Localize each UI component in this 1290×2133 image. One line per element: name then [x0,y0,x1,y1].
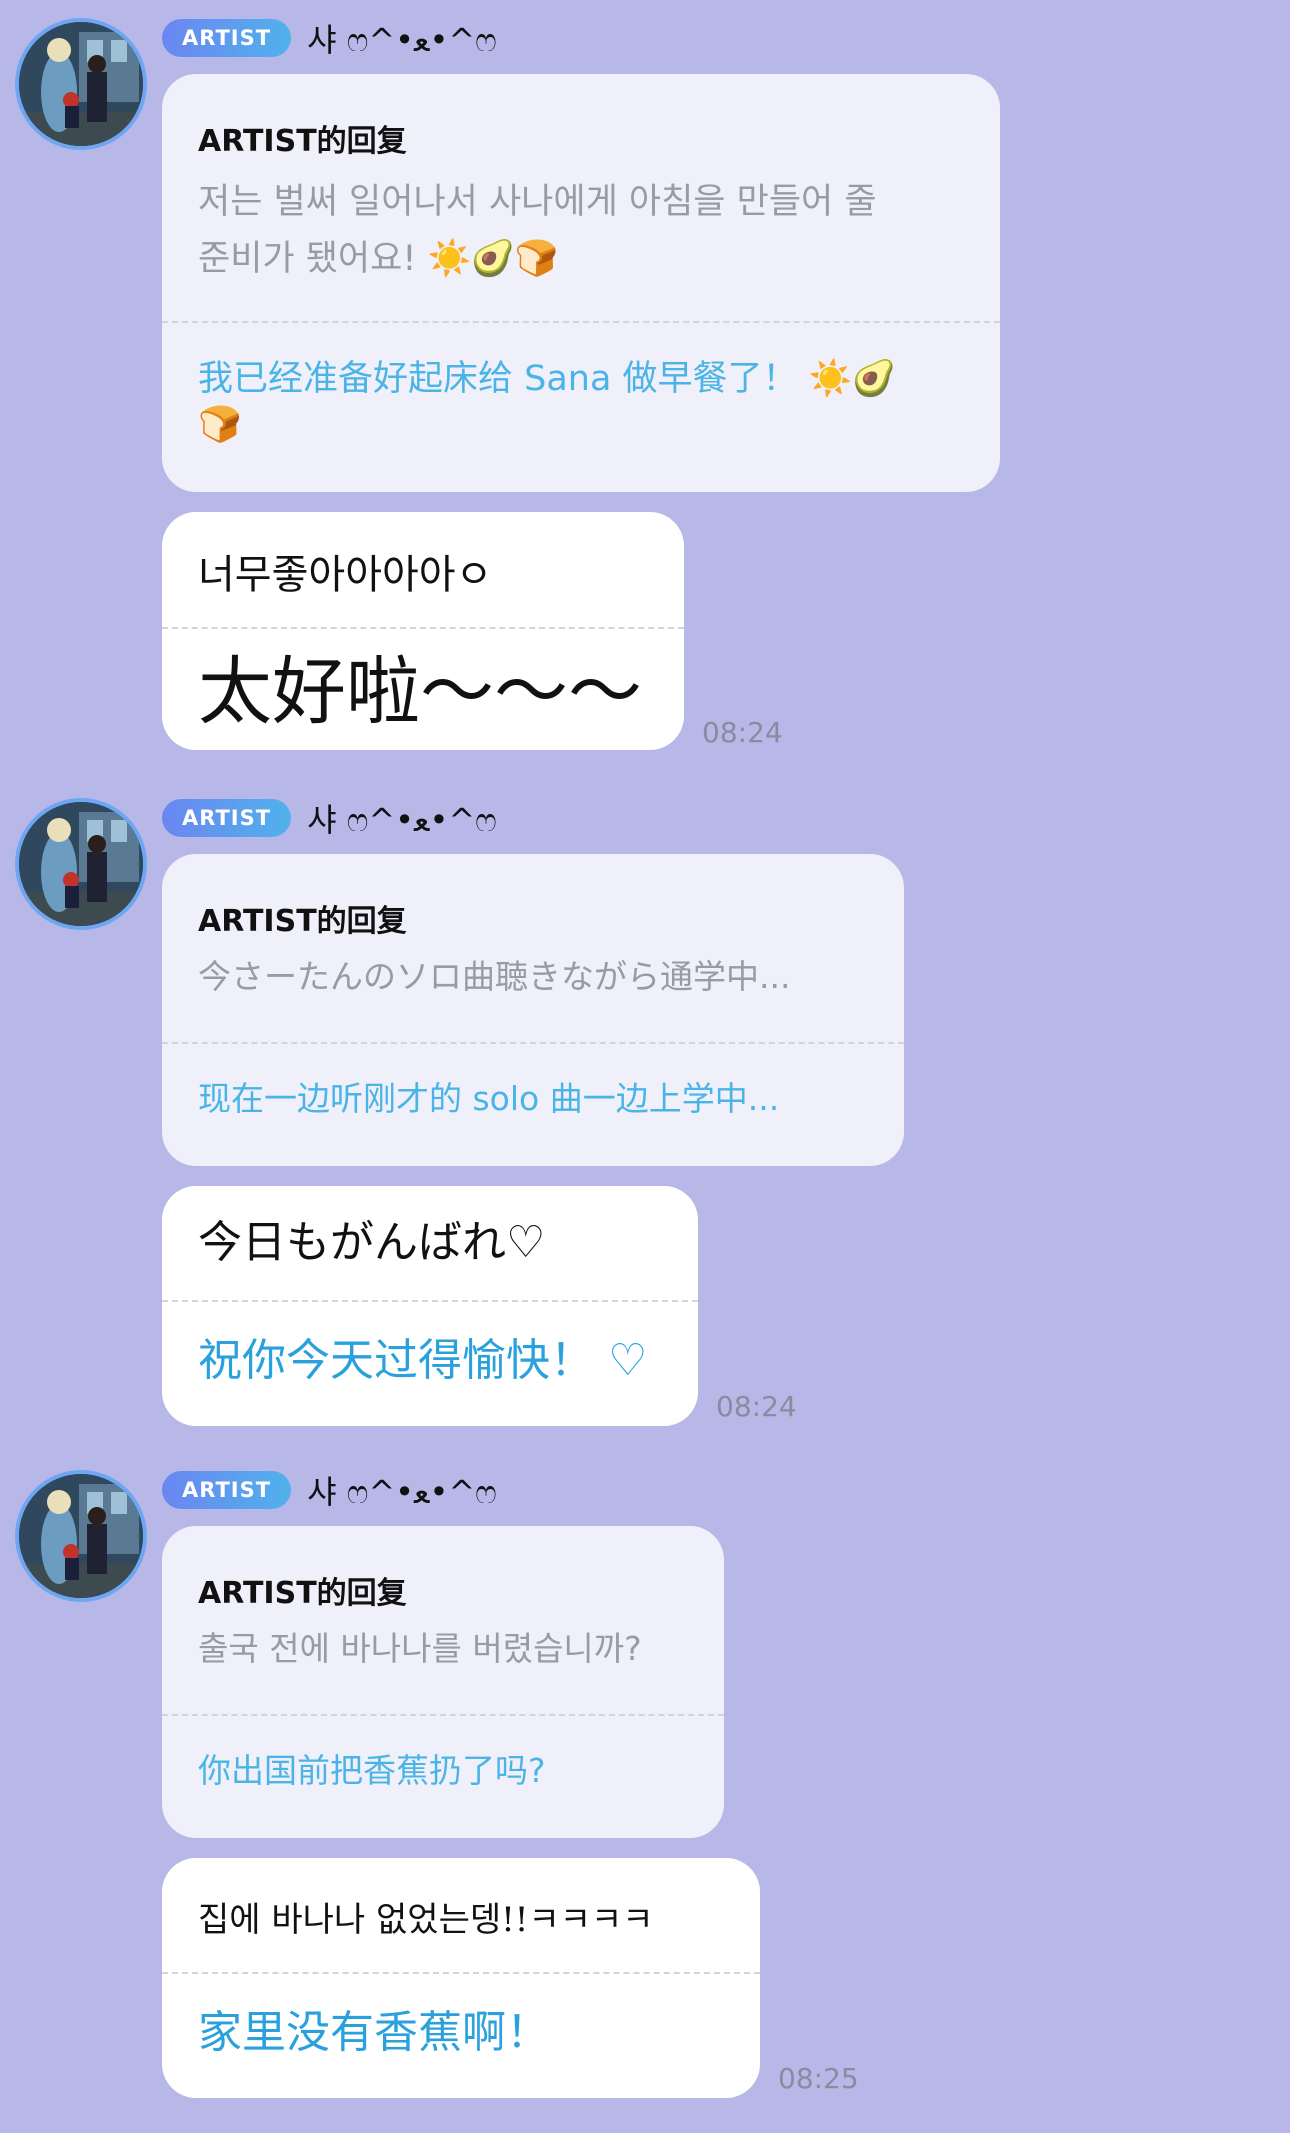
message-header: ARTIST 샤 ෆ^•ﻌ•^ෆ [162,18,497,59]
divider [162,627,684,629]
fan-message-text: 너무좋아아아아ㅇ [198,552,493,598]
divider [162,1714,724,1716]
message-time: 08:24 [716,1390,797,1423]
message-time: 08:24 [702,716,783,749]
message-header: ARTIST 샤 ෆ^•ﻌ•^ෆ [162,798,497,839]
original-text: 今さーたんのソロ曲聴きながら通学中... [198,957,791,996]
translation-text: 你出国前把香蕉扔了吗? [198,1751,546,1790]
original-text: 출국 전에 바나나를 버렸습니까? [198,1629,642,1668]
artist-avatar[interactable] [15,1470,147,1602]
translation-text: 现在一边听刚才的 solo 曲一边上学中... [198,1079,780,1118]
fan-message-text: 집에 바나나 없었는뎅!!ㅋㅋㅋㅋ [198,1900,654,1940]
divider [162,321,1000,323]
artist-nickname: 샤 ෆ^•ﻌ•^ෆ [307,801,497,839]
translation-text: 我已经准备好起床给 Sana 做早餐了！ ☀️🥑 [198,359,896,399]
artist-avatar[interactable] [15,798,147,930]
fan-message-bubble[interactable]: 집에 바나나 없었는뎅!!ㅋㅋㅋㅋ 家里没有香蕉啊！ [162,1858,760,2098]
reply-title: ARTIST的回复 [198,1576,407,1611]
artist-badge: ARTIST [162,19,292,57]
message-time: 08:25 [778,2062,859,2095]
artist-badge: ARTIST [162,799,292,837]
original-text: 준비가 됐어요! ☀️🥑🍞 [198,239,559,279]
fan-message-translation: 家里没有香蕉啊！ [198,2007,550,2058]
fan-message-bubble[interactable]: 너무좋아아아아ㅇ 太好啦～～～ [162,512,684,750]
artist-nickname: 샤 ෆ^•ﻌ•^ෆ [307,1473,497,1511]
fan-message-bubble[interactable]: 今日もがんばれ♡ 祝你今天过得愉快！ ♡ [162,1186,698,1426]
reply-title: ARTIST的回复 [198,904,407,939]
artist-badge: ARTIST [162,1471,292,1509]
divider [162,1300,698,1302]
artist-reply-bubble[interactable]: ARTIST的回复 今さーたんのソロ曲聴きながら通学中... 现在一边听刚才的 … [162,854,904,1166]
message-header: ARTIST 샤 ෆ^•ﻌ•^ෆ [162,1470,497,1511]
artist-reply-bubble[interactable]: ARTIST的回复 저는 벌써 일어나서 사나에게 아침을 만들어 줄 준비가 … [162,74,1000,492]
original-text: 저는 벌써 일어나서 사나에게 아침을 만들어 줄 [198,182,877,222]
reply-title: ARTIST的回复 [198,124,407,159]
divider [162,1042,904,1044]
artist-reply-bubble[interactable]: ARTIST的回复 출국 전에 바나나를 버렸습니까? 你出国前把香蕉扔了吗? [162,1526,724,1838]
fan-message-translation: 祝你今天过得愉快！ ♡ [198,1335,648,1386]
divider [162,1972,760,1974]
translation-text: 🍞 [198,405,242,445]
fan-message-translation: 太好啦～～～ [198,649,642,735]
artist-nickname: 샤 ෆ^•ﻌ•^ෆ [307,21,497,59]
artist-avatar[interactable] [15,18,147,150]
fan-message-text: 今日もがんばれ♡ [198,1217,546,1268]
